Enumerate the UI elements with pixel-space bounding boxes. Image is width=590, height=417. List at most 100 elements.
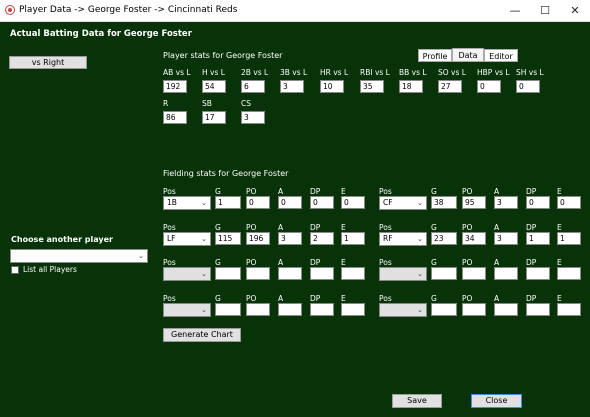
fielding-header-label: DP xyxy=(526,187,537,196)
fielding-stat-field[interactable] xyxy=(278,267,302,280)
fielding-stat-field[interactable]: 3 xyxy=(494,232,518,245)
fielding-stat-field[interactable]: 0 xyxy=(557,196,581,209)
position-select[interactable]: ⌄ xyxy=(163,267,211,281)
fielding-stat-field[interactable] xyxy=(462,303,486,316)
fielding-stat-field[interactable] xyxy=(341,303,365,316)
list-all-checkbox[interactable] xyxy=(11,266,19,274)
stat-value-field[interactable]: 0 xyxy=(516,80,540,93)
stat-value-field[interactable]: 86 xyxy=(163,111,187,124)
fielding-stat-field[interactable]: 23 xyxy=(431,232,457,245)
stat-value-field[interactable]: 35 xyxy=(360,80,384,93)
position-value: CF xyxy=(383,198,393,207)
fielding-stat-field[interactable]: 1 xyxy=(341,232,365,245)
fielding-stat-field[interactable] xyxy=(557,303,581,316)
fielding-stat-field[interactable]: 3 xyxy=(494,196,518,209)
fielding-header-label: PO xyxy=(462,294,473,303)
position-select[interactable]: ⌄ xyxy=(379,267,427,281)
player-stats-title: Player stats for George Foster xyxy=(163,51,283,60)
tab-data[interactable]: Data xyxy=(452,48,484,62)
fielding-header-label: DP xyxy=(526,294,537,303)
close-window-button[interactable]: ✕ xyxy=(560,0,590,21)
stat-value-field[interactable]: 54 xyxy=(202,80,226,93)
fielding-stat-field[interactable] xyxy=(310,267,334,280)
chevron-down-icon: ⌄ xyxy=(417,235,423,243)
stat-value-field[interactable]: 192 xyxy=(163,80,187,93)
minimize-button[interactable]: — xyxy=(500,0,530,21)
close-button[interactable]: Close xyxy=(471,394,522,408)
fielding-stat-field[interactable]: 3 xyxy=(278,232,302,245)
fielding-stat-field[interactable]: 95 xyxy=(462,196,486,209)
fielding-stat-field[interactable]: 196 xyxy=(246,232,270,245)
fielding-stat-field[interactable]: 2 xyxy=(310,232,334,245)
fielding-stat-field[interactable]: 0 xyxy=(341,196,365,209)
fielding-stat-field[interactable] xyxy=(431,303,457,316)
fielding-stat-field[interactable] xyxy=(494,303,518,316)
fielding-stat-field[interactable]: 0 xyxy=(526,196,550,209)
fielding-header-label: E xyxy=(341,223,346,232)
fielding-stat-field[interactable] xyxy=(215,303,241,316)
stat-value-field[interactable]: 0 xyxy=(477,80,501,93)
fielding-header-label: DP xyxy=(310,294,321,303)
fielding-header-label: Pos xyxy=(379,187,392,196)
vs-right-button[interactable]: vs Right xyxy=(9,56,87,69)
stat-value-field[interactable]: 18 xyxy=(399,80,423,93)
stat-value-field[interactable]: 6 xyxy=(241,80,265,93)
fielding-stat-field[interactable] xyxy=(215,267,241,280)
fielding-stat-field[interactable] xyxy=(310,303,334,316)
fielding-stat-field[interactable] xyxy=(462,267,486,280)
stat-label: HR vs L xyxy=(320,68,349,77)
fielding-header-label: Pos xyxy=(379,258,392,267)
fielding-header-label: DP xyxy=(310,187,321,196)
position-value: 1B xyxy=(167,198,177,207)
fielding-stat-field[interactable]: 115 xyxy=(215,232,241,245)
save-button[interactable]: Save xyxy=(392,394,442,408)
fielding-stat-field[interactable]: 1 xyxy=(526,232,550,245)
fielding-stat-field[interactable]: 34 xyxy=(462,232,486,245)
fielding-header-label: Pos xyxy=(379,223,392,232)
stat-label: CS xyxy=(241,99,251,108)
fielding-stat-field[interactable] xyxy=(557,267,581,280)
chevron-down-icon: ⌄ xyxy=(138,252,144,260)
stat-label: 2B vs L xyxy=(241,68,269,77)
fielding-stat-field[interactable] xyxy=(246,303,270,316)
stat-label: R xyxy=(163,99,169,108)
fielding-stat-field[interactable] xyxy=(431,267,457,280)
stat-value-field[interactable]: 17 xyxy=(202,111,226,124)
tab-profile[interactable]: Profile xyxy=(418,49,452,62)
player-select[interactable]: ⌄ xyxy=(10,249,148,263)
fielding-header-label: E xyxy=(557,223,562,232)
generate-chart-button[interactable]: Generate Chart xyxy=(163,328,241,342)
fielding-header-label: G xyxy=(215,187,221,196)
stat-value-field[interactable]: 10 xyxy=(320,80,344,93)
fielding-stat-field[interactable]: 0 xyxy=(310,196,334,209)
fielding-stat-field[interactable] xyxy=(246,267,270,280)
fielding-stat-field[interactable] xyxy=(278,303,302,316)
fielding-header-label: G xyxy=(215,223,221,232)
fielding-stat-field[interactable]: 38 xyxy=(431,196,457,209)
position-select[interactable]: LF ⌄ xyxy=(163,232,211,246)
fielding-stat-field[interactable] xyxy=(526,303,550,316)
fielding-stat-field[interactable]: 0 xyxy=(278,196,302,209)
fielding-header-label: PO xyxy=(246,258,257,267)
fielding-stat-field[interactable] xyxy=(526,267,550,280)
position-select[interactable]: ⌄ xyxy=(379,303,427,317)
fielding-stat-field[interactable]: 0 xyxy=(246,196,270,209)
tab-editor[interactable]: Editor xyxy=(484,49,518,62)
position-select[interactable]: CF ⌄ xyxy=(379,196,427,210)
fielding-header-label: A xyxy=(494,294,500,303)
stat-value-field[interactable]: 27 xyxy=(438,80,462,93)
fielding-stat-field[interactable] xyxy=(341,267,365,280)
stat-value-field[interactable]: 3 xyxy=(280,80,304,93)
position-select[interactable]: RF ⌄ xyxy=(379,232,427,246)
chevron-down-icon: ⌄ xyxy=(201,199,207,207)
position-select[interactable]: 1B ⌄ xyxy=(163,196,211,210)
fielding-stat-field[interactable]: 1 xyxy=(215,196,241,209)
fielding-header-label: E xyxy=(557,258,562,267)
maximize-button[interactable]: ☐ xyxy=(530,0,560,21)
fielding-header-label: Pos xyxy=(163,223,176,232)
fielding-stat-field[interactable]: 1 xyxy=(557,232,581,245)
fielding-stat-field[interactable] xyxy=(494,267,518,280)
position-select[interactable]: ⌄ xyxy=(163,303,211,317)
stat-value-field[interactable]: 3 xyxy=(241,111,265,124)
fielding-header-label: E xyxy=(557,294,562,303)
